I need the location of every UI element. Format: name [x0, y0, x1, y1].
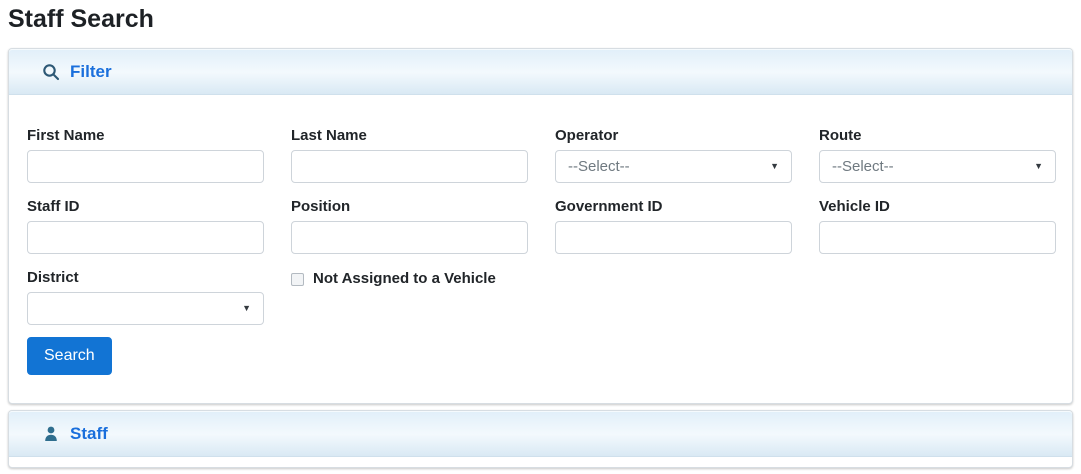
- chevron-down-icon: ▼: [770, 162, 779, 171]
- filter-panel: Filter First Name Last Name Operator --S…: [8, 48, 1073, 404]
- first-name-label: First Name: [27, 127, 264, 145]
- page: Staff Search Filter First Name Last Name: [0, 3, 1081, 468]
- staff-panel-header: Staff: [9, 411, 1072, 457]
- last-name-label: Last Name: [291, 127, 528, 145]
- district-select[interactable]: ▼: [27, 292, 264, 325]
- route-field: Route --Select-- ▼: [819, 127, 1056, 183]
- not-assigned-label: Not Assigned to a Vehicle: [313, 270, 496, 288]
- route-selected-value: --Select--: [832, 158, 894, 175]
- staff-id-input[interactable]: [27, 221, 264, 254]
- not-assigned-checkbox[interactable]: [291, 273, 304, 286]
- staff-panel-title: Staff: [70, 424, 108, 444]
- district-field: District ▼: [27, 269, 264, 325]
- staff-panel: Staff: [8, 410, 1073, 468]
- position-field: Position: [291, 198, 528, 254]
- last-name-field: Last Name: [291, 127, 528, 183]
- search-icon: [42, 63, 60, 81]
- vehicle-id-input[interactable]: [819, 221, 1056, 254]
- spacer: [819, 269, 1056, 325]
- staff-id-label: Staff ID: [27, 198, 264, 216]
- vehicle-id-label: Vehicle ID: [819, 198, 1056, 216]
- operator-field: Operator --Select-- ▼: [555, 127, 792, 183]
- not-assigned-field: Not Assigned to a Vehicle: [291, 269, 528, 325]
- filter-panel-body: First Name Last Name Operator --Select--…: [9, 95, 1072, 403]
- filter-row-1: First Name Last Name Operator --Select--…: [27, 127, 1054, 183]
- position-label: Position: [291, 198, 528, 216]
- route-label: Route: [819, 127, 1056, 145]
- government-id-input[interactable]: [555, 221, 792, 254]
- operator-label: Operator: [555, 127, 792, 145]
- position-input[interactable]: [291, 221, 528, 254]
- last-name-input[interactable]: [291, 150, 528, 183]
- government-id-label: Government ID: [555, 198, 792, 216]
- district-label: District: [27, 269, 264, 287]
- filter-panel-title: Filter: [70, 62, 112, 82]
- person-icon: [42, 425, 60, 443]
- government-id-field: Government ID: [555, 198, 792, 254]
- chevron-down-icon: ▼: [1034, 162, 1043, 171]
- operator-select[interactable]: --Select-- ▼: [555, 150, 792, 183]
- page-title: Staff Search: [8, 3, 1073, 36]
- first-name-input[interactable]: [27, 150, 264, 183]
- staff-id-field: Staff ID: [27, 198, 264, 254]
- operator-selected-value: --Select--: [568, 158, 630, 175]
- filter-row-2: Staff ID Position Government ID Vehicle …: [27, 198, 1054, 254]
- staff-panel-body: [9, 457, 1072, 467]
- not-assigned-checkbox-group: Not Assigned to a Vehicle: [291, 270, 528, 288]
- chevron-down-icon: ▼: [242, 304, 251, 313]
- first-name-field: First Name: [27, 127, 264, 183]
- spacer: [555, 269, 792, 325]
- filter-row-3: District ▼ Not Assigned to a Vehicle: [27, 269, 1054, 325]
- route-select[interactable]: --Select-- ▼: [819, 150, 1056, 183]
- search-button[interactable]: Search: [27, 337, 112, 375]
- vehicle-id-field: Vehicle ID: [819, 198, 1056, 254]
- filter-panel-header: Filter: [9, 49, 1072, 95]
